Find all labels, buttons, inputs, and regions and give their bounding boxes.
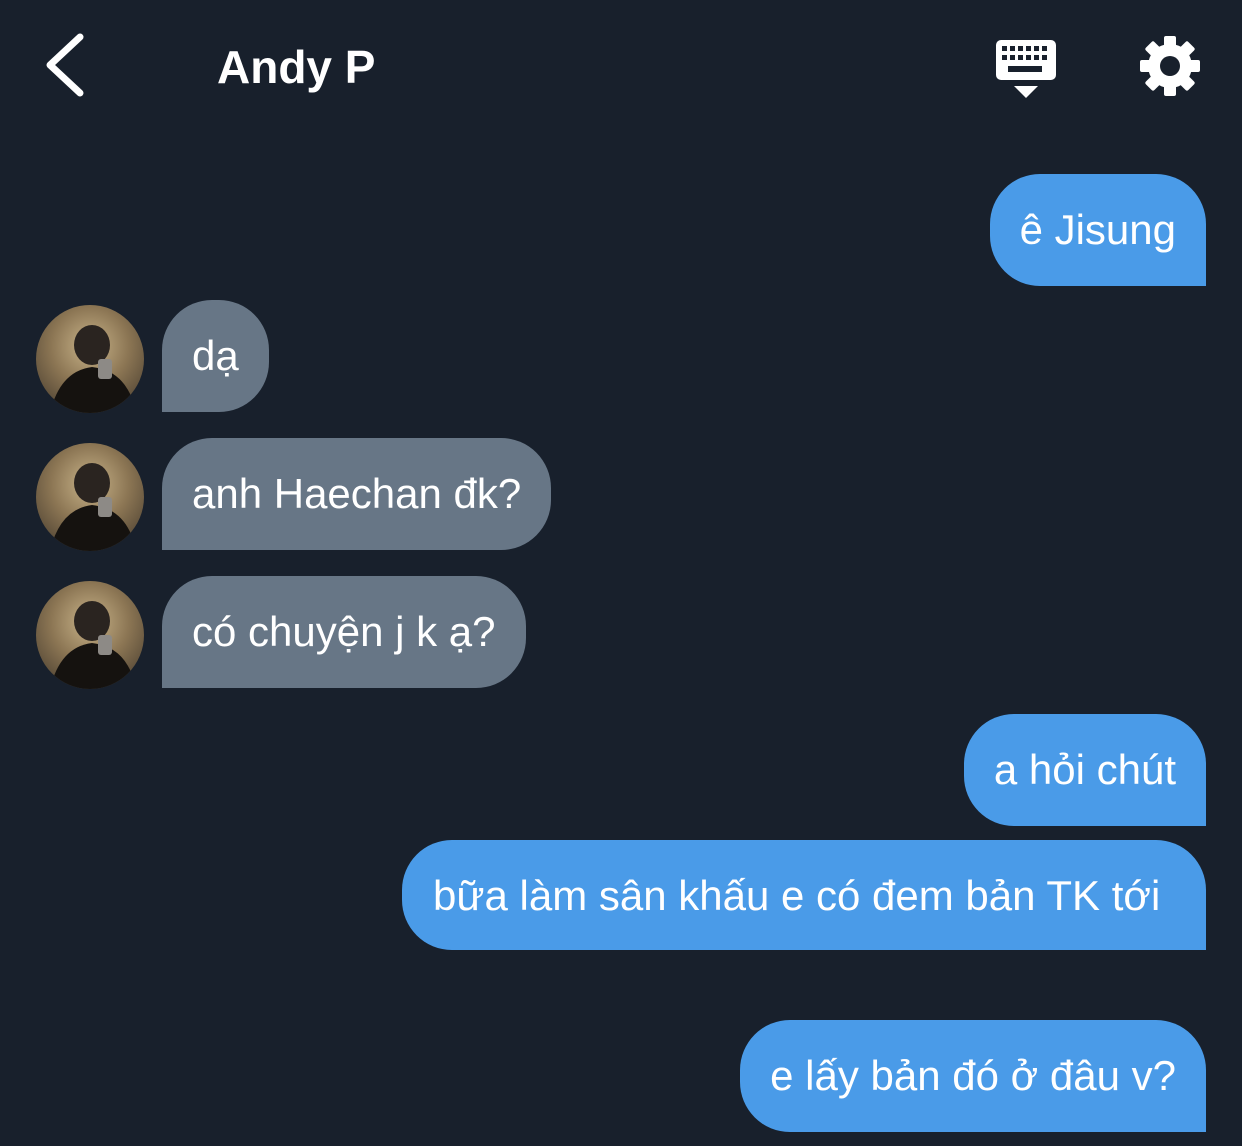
back-chevron-icon [46,33,84,97]
avatar-photo [50,601,136,689]
message-bubble-outgoing[interactable]: e lấy bản đó ở đâu v? [740,1020,1206,1132]
message-bubble-incoming[interactable]: anh Haechan đk? [162,438,552,550]
avatar[interactable] [36,305,144,413]
avatar[interactable] [36,443,144,551]
gear-icon [1140,36,1200,96]
back-button[interactable] [30,25,100,105]
message-bubble-incoming[interactable]: có chuyện j k ạ? [162,576,526,688]
chat-header: Andy P [0,0,1242,130]
message-bubble-incoming[interactable]: dạ [162,300,269,412]
avatar[interactable] [36,581,144,689]
keyboard-icon [996,40,1056,98]
avatar-photo [50,463,136,551]
contact-name: Andy P [217,41,376,93]
settings-button[interactable] [1138,34,1202,98]
keyboard-button[interactable] [992,36,1060,102]
message-bubble-outgoing[interactable]: bữa làm sân khấu e có đem bản TK tới [402,840,1206,950]
message-bubble-outgoing[interactable]: ê Jisung [989,174,1206,286]
avatar-photo [50,325,136,413]
message-bubble-outgoing[interactable]: a hỏi chút [963,714,1206,826]
chat-screen: Andy P ê Jisung dạ anh Haechan đk? có ch… [0,0,1242,1146]
